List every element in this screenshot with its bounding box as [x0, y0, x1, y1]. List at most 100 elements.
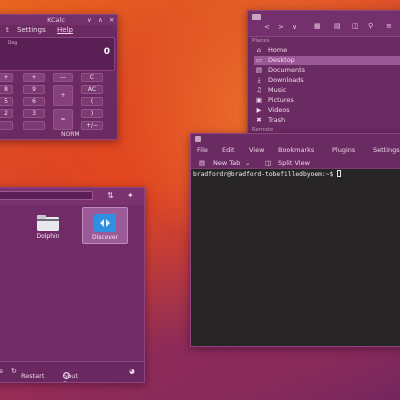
place-label: Documents [268, 66, 306, 74]
kcalc-titlebar[interactable]: KCalc ∨ ∧ ✕ [0, 15, 117, 25]
more-options-icon[interactable]: ◕ [129, 367, 135, 375]
pin-icon[interactable]: ✦ [127, 191, 134, 200]
settings-sliders-icon[interactable]: ⇅ [107, 191, 114, 200]
place-documents[interactable]: ▤ Documents [254, 66, 400, 75]
discover-app-icon [94, 214, 116, 232]
key-9[interactable]: 9 [23, 85, 45, 94]
prompt-text: bradfordr@bradford-tobefilledbyoem:~$ [193, 171, 338, 178]
konsole-window: File Edit View Bookmarks Plugins Setting… [190, 133, 400, 347]
view-compact-icon[interactable]: ▤ [334, 22, 341, 30]
key-open-paren[interactable]: ( [81, 97, 103, 106]
key-sign[interactable]: +/− [81, 121, 103, 130]
key-equals[interactable]: = [53, 109, 73, 130]
documents-icon: ▤ [255, 66, 263, 74]
key-blank-1[interactable] [0, 121, 13, 130]
text-cursor [337, 170, 342, 177]
place-downloads[interactable]: ⤓ Downloads [254, 76, 400, 85]
key-blank-2[interactable] [23, 121, 45, 130]
search-input[interactable] [0, 191, 93, 200]
place-music[interactable]: ♫ Music [254, 86, 400, 95]
status-mode: NORM [61, 131, 80, 138]
app-label: Dolphin [36, 233, 60, 240]
new-tab-button[interactable]: New Tab [213, 159, 240, 167]
key-5[interactable]: 5 [0, 97, 13, 106]
kcalc-menubar: t Settings Help [0, 25, 117, 35]
close-button[interactable]: ✕ [109, 16, 114, 24]
place-trash[interactable]: ✖ Trash [254, 116, 400, 125]
app-launcher: ⇅ ✦ Dolphin Discover e ↻Restart Shut Dow… [0, 187, 145, 383]
key-plus-2[interactable]: + [23, 73, 45, 82]
dolphin-window: < > ∨ ▦ ▤ ◫ ⚲ ≡ Places ⌂ Home ▭ Desktop ▤ D… [247, 10, 400, 136]
key-plus-1[interactable]: + [0, 73, 13, 82]
key-6[interactable]: 6 [23, 97, 45, 106]
shutdown-label: Shut Down [63, 372, 81, 382]
nav-dropdown-icon[interactable]: ∨ [292, 23, 297, 31]
back-button[interactable]: < [264, 23, 270, 31]
menu-help[interactable]: Help [57, 26, 73, 34]
download-icon: ⤓ [257, 76, 261, 84]
place-label: Music [268, 86, 287, 94]
menu-settings[interactable]: Settings [17, 26, 46, 34]
power-bar: e ↻Restart Shut Down ◕ [0, 361, 144, 382]
display-value: 0 [103, 47, 110, 57]
new-tab-icon: ▤ [199, 159, 206, 167]
key-8[interactable]: 8 [0, 85, 13, 94]
forward-button[interactable]: > [278, 23, 284, 31]
menu-edit[interactable]: Edit [222, 146, 235, 154]
split-view-button[interactable]: Split View [278, 159, 310, 167]
dolphin-toolbar: < > ∨ ▦ ▤ ◫ ⚲ ≡ [248, 11, 400, 37]
terminal-prompt: bradfordr@bradford-tobefilledbyoem:~$ [193, 170, 342, 178]
restart-label: Restart [21, 372, 45, 380]
menu-edit-partial[interactable]: t [6, 26, 9, 34]
place-pictures[interactable]: ▣ Pictures [254, 96, 400, 105]
menu-icon[interactable]: ≡ [386, 22, 392, 30]
place-desktop[interactable]: ▭ Desktop [254, 56, 400, 65]
desktop-icon: ▭ [255, 56, 263, 64]
menu-view[interactable]: View [249, 146, 264, 154]
music-icon: ♫ [256, 86, 262, 94]
konsole-toolbar: ▤ New Tab ⌄ ◫ Split View [191, 156, 400, 169]
videos-icon: ▶ [256, 106, 262, 114]
menu-plugins[interactable]: Plugins [332, 146, 355, 154]
view-icons-icon[interactable]: ▦ [314, 22, 321, 30]
place-label: Downloads [268, 76, 304, 84]
menu-settings[interactable]: Settings [373, 146, 400, 154]
key-2[interactable]: 2 [0, 109, 13, 118]
place-label: Trash [268, 116, 286, 124]
view-split-icon[interactable]: ◫ [352, 22, 359, 30]
key-minus[interactable]: — [53, 73, 73, 82]
kcalc-display: Deg 0 [0, 37, 115, 71]
menu-file[interactable]: File [197, 146, 208, 154]
app-tile-dolphin[interactable]: Dolphin [25, 207, 71, 244]
app-tile-discover[interactable]: Discover [82, 207, 128, 244]
dolphin-app-icon [37, 215, 59, 231]
key-all-clear[interactable]: AC [81, 85, 103, 94]
trash-icon: ✖ [256, 116, 262, 124]
konsole-menubar: File Edit View Bookmarks Plugins Setting… [191, 144, 400, 156]
maximize-button[interactable]: ∧ [98, 16, 103, 24]
key-close-paren[interactable]: ) [81, 109, 103, 118]
place-label: Home [268, 46, 288, 54]
konsole-app-icon [195, 136, 201, 142]
key-3[interactable]: 3 [23, 109, 45, 118]
places-header: Places [252, 38, 270, 44]
terminal-area[interactable]: bradfordr@bradford-tobefilledbyoem:~$ [191, 169, 400, 346]
place-home[interactable]: ⌂ Home [254, 46, 400, 55]
key-add[interactable]: + [53, 85, 73, 106]
chevron-down-icon[interactable]: ⌄ [245, 159, 250, 167]
search-icon[interactable]: ⚲ [368, 22, 373, 30]
key-clear[interactable]: C [81, 73, 103, 82]
minimize-button[interactable]: ∨ [87, 16, 92, 24]
app-label: Discover [91, 234, 119, 241]
kcalc-window: KCalc ∨ ∧ ✕ t Settings Help Deg 0 + + — … [0, 14, 118, 140]
pictures-icon: ▣ [255, 96, 263, 104]
place-label: Desktop [268, 56, 295, 64]
menu-bookmarks[interactable]: Bookmarks [278, 146, 314, 154]
place-label: Pictures [268, 96, 294, 104]
split-view-icon: ◫ [265, 159, 272, 167]
folder-icon [252, 14, 261, 20]
power-button-partial[interactable]: e [0, 367, 3, 375]
angle-mode: Deg [8, 41, 18, 46]
konsole-titlebar[interactable] [191, 134, 400, 144]
place-videos[interactable]: ▶ Videos [254, 106, 400, 115]
